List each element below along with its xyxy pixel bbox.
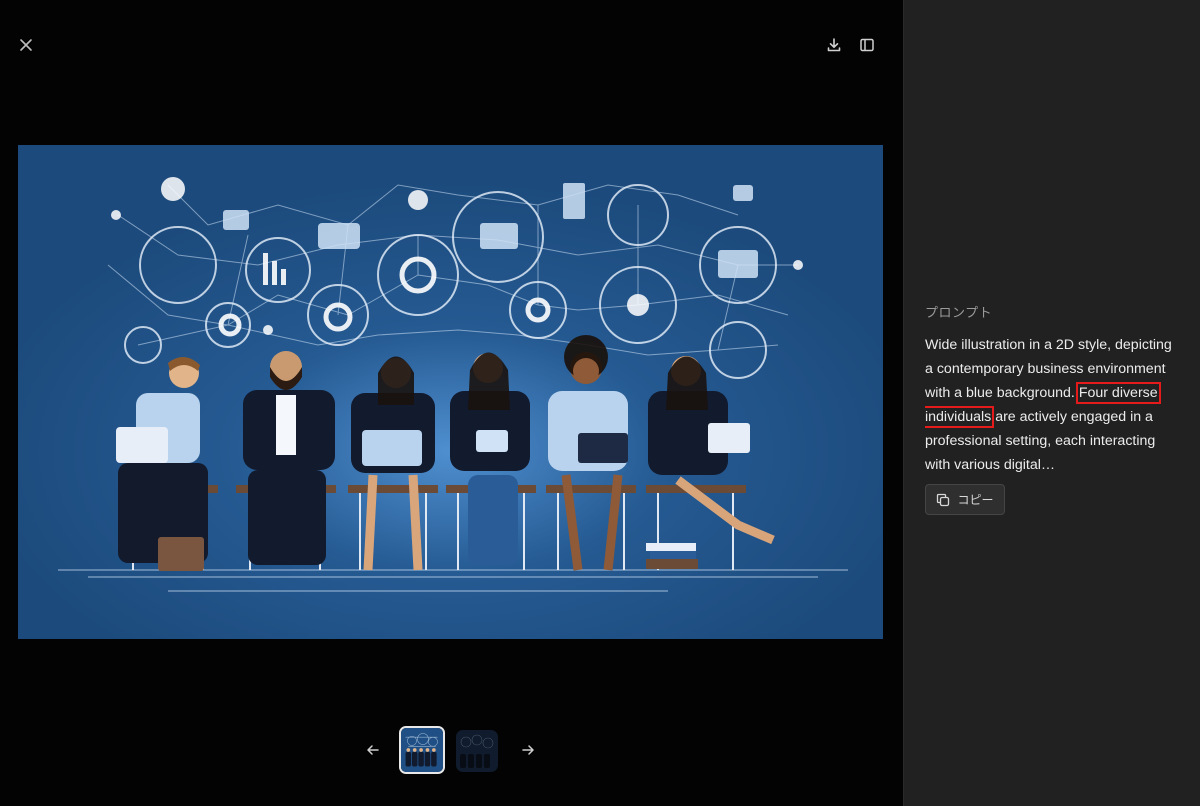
copy-button-label: コピー — [957, 493, 994, 507]
thumbnail-image — [456, 730, 498, 772]
thumbnail-1[interactable] — [399, 726, 445, 774]
previous-image-button[interactable] — [359, 736, 387, 764]
download-icon — [827, 38, 841, 52]
toggle-sidebar-button[interactable] — [853, 31, 881, 59]
image-viewer — [0, 0, 903, 806]
copy-icon — [937, 493, 950, 506]
close-icon — [20, 39, 32, 51]
thumbnail-2[interactable] — [456, 730, 498, 772]
generated-image — [18, 145, 883, 639]
thumbnail-image — [401, 728, 443, 772]
close-button[interactable] — [12, 31, 40, 59]
next-image-button[interactable] — [514, 736, 542, 764]
copy-button[interactable]: コピー — [925, 484, 1005, 515]
prompt-text: Wide illustration in a 2D style, depicti… — [925, 333, 1183, 477]
download-button[interactable] — [820, 31, 848, 59]
arrow-left-icon — [367, 745, 379, 755]
arrow-right-icon — [522, 745, 534, 755]
sidebar-panel-icon — [860, 38, 874, 52]
prompt-label: プロンプト — [925, 305, 993, 320]
